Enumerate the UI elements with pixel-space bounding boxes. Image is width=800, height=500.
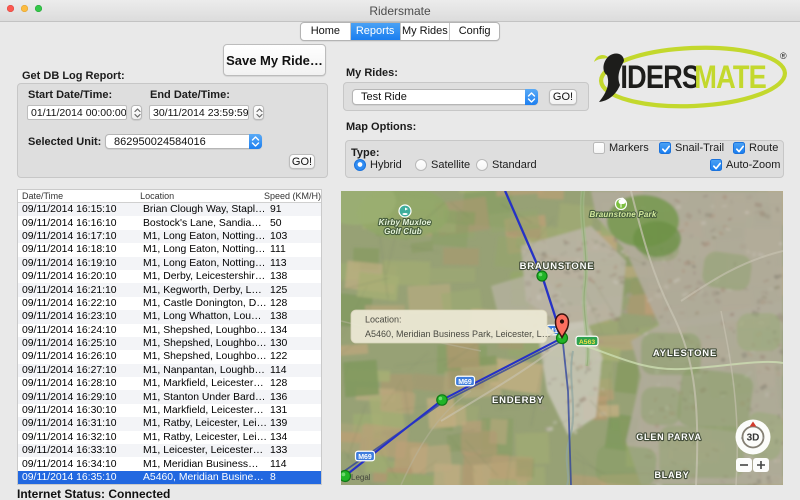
svg-text:Golf Club: Golf Club [384, 227, 422, 236]
svg-text:M69: M69 [458, 379, 472, 386]
svg-text:M69: M69 [358, 454, 372, 461]
svg-text:A563: A563 [579, 339, 595, 346]
svg-text:MATE: MATE [694, 60, 766, 96]
svg-text:3D: 3D [747, 433, 760, 444]
svg-text:A5460, Meridian Business Park,: A5460, Meridian Business Park, Leicester… [365, 329, 551, 339]
svg-text:ENDERBY: ENDERBY [492, 395, 544, 406]
svg-text:AYLESTONE: AYLESTONE [653, 348, 717, 359]
svg-text:Braunstone Park: Braunstone Park [589, 210, 656, 219]
svg-text:®: ® [780, 51, 787, 61]
svg-text:BLABY: BLABY [655, 470, 690, 480]
svg-text:BRAUNSTONE: BRAUNSTONE [520, 261, 595, 272]
svg-text:Kirby Muxloe: Kirby Muxloe [379, 218, 432, 227]
svg-text:Legal: Legal [351, 473, 371, 482]
svg-text:IDERS: IDERS [620, 60, 699, 96]
svg-text:Location:: Location: [365, 315, 402, 325]
svg-text:GLEN PARVA: GLEN PARVA [636, 432, 702, 442]
